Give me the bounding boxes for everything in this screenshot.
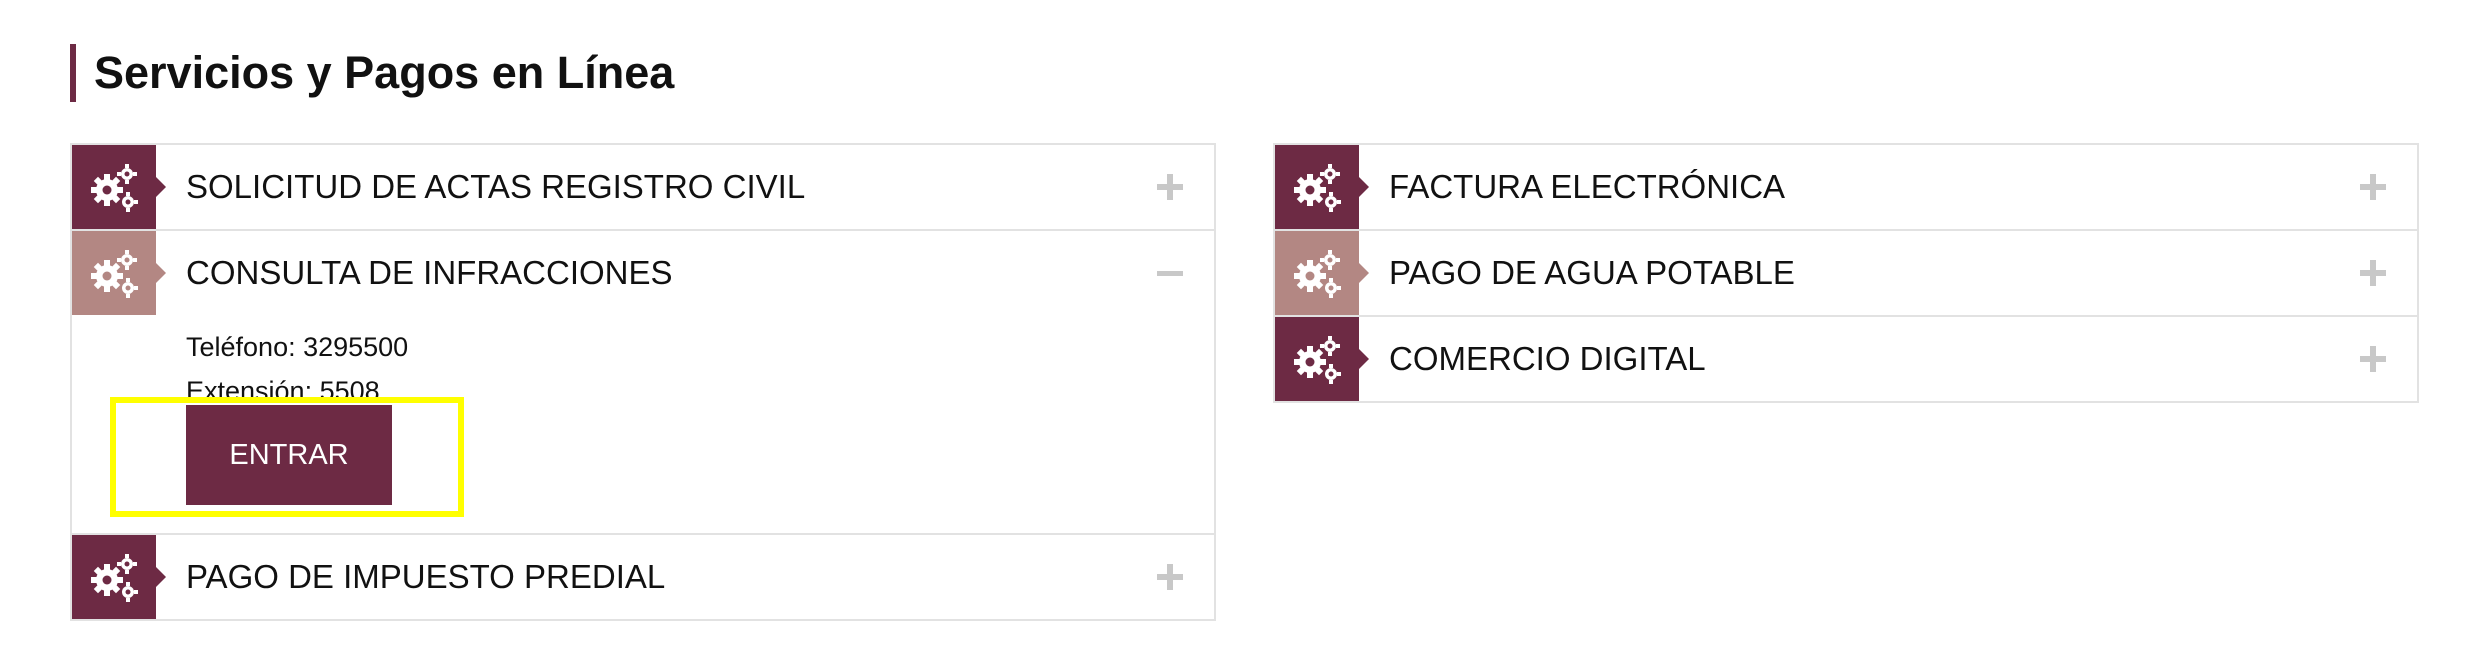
accordion-panel-infracciones: Teléfono: 3295500 Extensión: 5508 ENTRAR [72, 315, 1214, 533]
plus-icon[interactable] [1150, 167, 1190, 207]
minus-icon[interactable] [1150, 253, 1190, 293]
accordion-label: PAGO DE IMPUESTO PREDIAL [186, 558, 666, 595]
accordion-item-comercio: COMERCIO DIGITAL [1275, 317, 2417, 401]
accordion-label: CONSULTA DE INFRACCIONES [186, 254, 673, 291]
plus-icon[interactable] [1150, 557, 1190, 597]
accordion-item-factura: FACTURA ELECTRÓNICA [1275, 145, 2417, 231]
gears-icon [1275, 145, 1369, 229]
gears-icon [72, 145, 166, 229]
accordion-label: PAGO DE AGUA POTABLE [1389, 254, 1795, 291]
accordion-header-predial[interactable]: PAGO DE IMPUESTO PREDIAL [72, 535, 1214, 619]
accordion-header-agua[interactable]: PAGO DE AGUA POTABLE [1275, 231, 2417, 315]
plus-icon[interactable] [2353, 167, 2393, 207]
enter-button[interactable]: ENTRAR [186, 405, 392, 505]
services-column-right: FACTURA ELECTRÓNICA PAGO DE AGUA POTABLE… [1273, 143, 2419, 403]
accordion-item-agua: PAGO DE AGUA POTABLE [1275, 231, 2417, 317]
accordion-item-infracciones: CONSULTA DE INFRACCIONES Teléfono: 32955… [72, 231, 1214, 535]
gears-icon [1275, 317, 1369, 401]
accordion-item-actas: SOLICITUD DE ACTAS REGISTRO CIVIL [72, 145, 1214, 231]
accordion-label: SOLICITUD DE ACTAS REGISTRO CIVIL [186, 168, 806, 205]
phone-text: Teléfono: 3295500 [186, 332, 409, 362]
plus-icon[interactable] [2353, 339, 2393, 379]
accordion-item-predial: PAGO DE IMPUESTO PREDIAL [72, 535, 1214, 619]
gears-icon [72, 535, 166, 619]
gears-icon [72, 231, 166, 315]
page-title: Servicios y Pagos en Línea [70, 44, 674, 102]
services-column-left: SOLICITUD DE ACTAS REGISTRO CIVIL CONSUL… [70, 143, 1216, 621]
accordion-header-actas[interactable]: SOLICITUD DE ACTAS REGISTRO CIVIL [72, 145, 1214, 229]
accordion-label: COMERCIO DIGITAL [1389, 340, 1706, 377]
accordion-header-factura[interactable]: FACTURA ELECTRÓNICA [1275, 145, 2417, 229]
gears-icon [1275, 231, 1369, 315]
plus-icon[interactable] [2353, 253, 2393, 293]
accordion-header-infracciones[interactable]: CONSULTA DE INFRACCIONES [72, 231, 1214, 315]
accordion-header-comercio[interactable]: COMERCIO DIGITAL [1275, 317, 2417, 401]
accordion-label: FACTURA ELECTRÓNICA [1389, 168, 1786, 205]
